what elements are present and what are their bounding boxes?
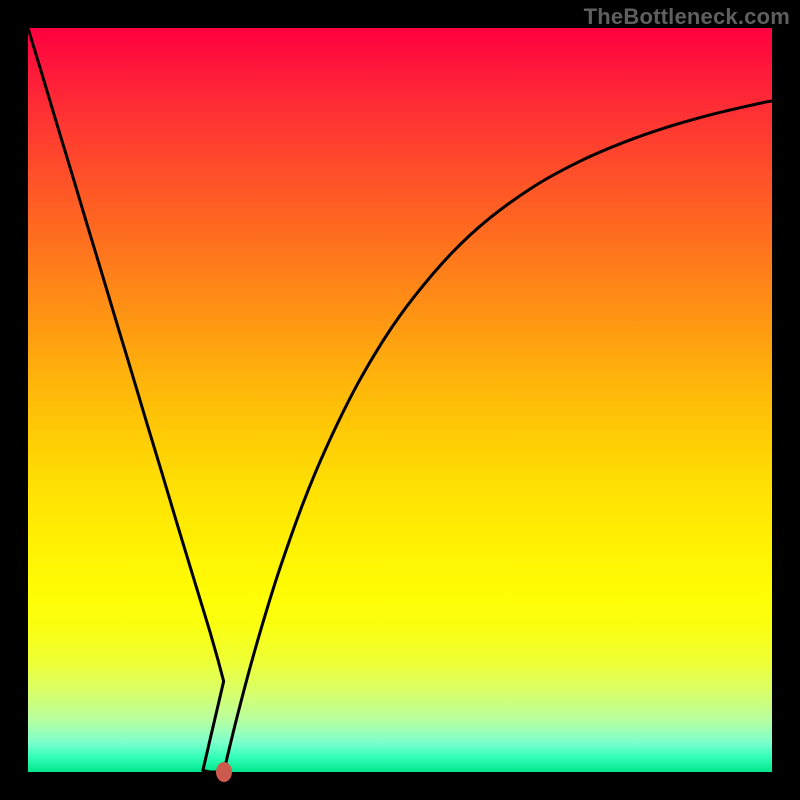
watermark-text: TheBottleneck.com — [584, 4, 790, 30]
curve-left-branch — [28, 28, 224, 771]
bottleneck-curve — [28, 28, 772, 772]
curve-right-branch — [224, 101, 772, 772]
minimum-point-marker — [216, 762, 232, 782]
chart-frame: TheBottleneck.com — [0, 0, 800, 800]
